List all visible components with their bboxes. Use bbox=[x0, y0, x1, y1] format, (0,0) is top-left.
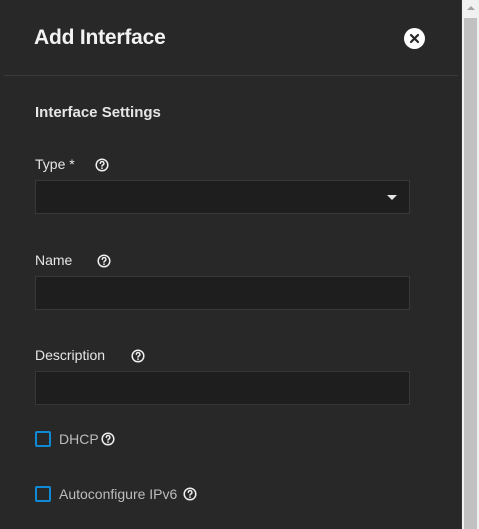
help-circle-icon[interactable] bbox=[131, 349, 145, 363]
autoconfigure-ipv6-checkbox[interactable] bbox=[35, 486, 51, 502]
dhcp-checkbox[interactable] bbox=[35, 431, 51, 447]
close-button[interactable] bbox=[404, 28, 425, 49]
help-circle-icon[interactable] bbox=[101, 432, 115, 446]
help-circle-icon[interactable] bbox=[95, 158, 109, 172]
dialog-header: Add Interface bbox=[0, 0, 462, 76]
autoconfigure-ipv6-label[interactable]: Autoconfigure IPv6 bbox=[59, 486, 177, 502]
section-title: Interface Settings bbox=[35, 104, 161, 121]
header-divider bbox=[4, 75, 458, 76]
name-label: Name bbox=[35, 252, 73, 268]
dialog-title: Add Interface bbox=[34, 26, 166, 49]
chevron-down-icon bbox=[387, 195, 397, 200]
help-circle-icon[interactable] bbox=[183, 487, 197, 501]
description-label: Description bbox=[35, 347, 106, 363]
add-interface-panel: Add Interface Interface Settings Type * … bbox=[0, 0, 462, 529]
scroll-up-arrow-icon[interactable] bbox=[462, 0, 479, 17]
scrollbar-thumb[interactable] bbox=[464, 18, 477, 529]
type-label: Type * bbox=[35, 156, 75, 172]
type-select[interactable] bbox=[35, 180, 410, 214]
help-circle-icon[interactable] bbox=[97, 254, 111, 268]
dhcp-label[interactable]: DHCP bbox=[59, 431, 99, 447]
vertical-scrollbar[interactable] bbox=[462, 0, 479, 529]
description-input[interactable] bbox=[35, 371, 410, 405]
name-input[interactable] bbox=[35, 276, 410, 310]
close-icon bbox=[409, 33, 420, 44]
